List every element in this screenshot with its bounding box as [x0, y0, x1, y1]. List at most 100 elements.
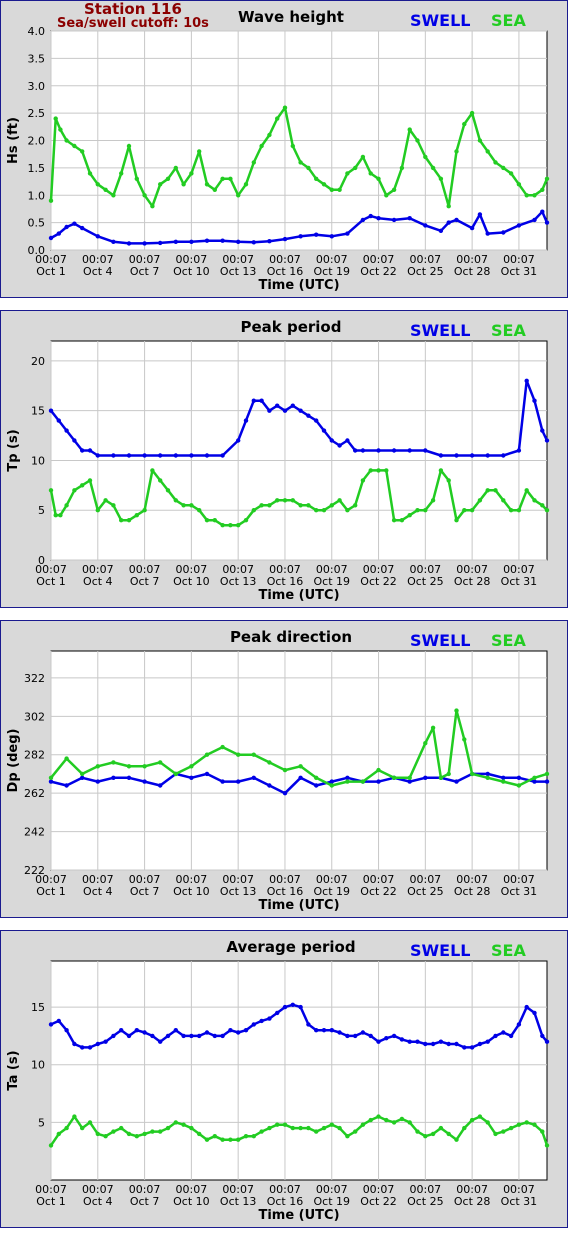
- x-tick-date: Oct 31: [501, 265, 538, 278]
- data-point-sea: [72, 488, 77, 493]
- data-point-sea: [532, 193, 537, 198]
- x-tick-date: Oct 19: [313, 575, 350, 588]
- data-point-sea: [306, 165, 311, 171]
- wave-height-panel: Station 116 Sea/swell cutoff: 10s Wave h…: [0, 0, 568, 298]
- data-point-sea: [197, 149, 202, 154]
- y-tick-label: 5: [38, 1116, 45, 1129]
- data-point-swell: [469, 453, 475, 458]
- data-point-sea: [48, 775, 54, 780]
- data-point-sea: [423, 741, 428, 746]
- data-point-sea: [360, 779, 366, 784]
- data-point-swell: [462, 1045, 467, 1050]
- data-point-swell: [64, 224, 69, 230]
- data-point-sea: [251, 508, 256, 513]
- data-point-swell: [314, 418, 319, 423]
- data-point-sea: [103, 1134, 108, 1139]
- data-point-sea: [126, 143, 132, 149]
- data-point-swell: [423, 223, 428, 228]
- data-point-sea: [485, 1120, 490, 1125]
- data-point-swell: [329, 234, 334, 239]
- data-point-swell: [251, 398, 256, 403]
- data-point-swell: [360, 448, 366, 453]
- data-point-swell: [267, 408, 272, 413]
- x-tick-date: Oct 10: [173, 1195, 210, 1208]
- data-point-swell: [329, 1028, 334, 1033]
- data-point-swell: [290, 1002, 295, 1007]
- data-point-swell: [80, 448, 85, 453]
- data-point-swell: [329, 779, 334, 784]
- data-point-sea: [259, 1129, 264, 1134]
- data-point-sea: [415, 1129, 420, 1134]
- y-tick-label: 262: [24, 787, 45, 800]
- data-point-sea: [540, 1129, 545, 1134]
- data-point-sea: [321, 182, 327, 187]
- data-point-swell: [376, 216, 381, 221]
- data-point-swell: [337, 443, 342, 448]
- data-point-sea: [337, 1125, 342, 1131]
- data-point-swell: [282, 236, 288, 242]
- data-point-swell: [485, 453, 490, 458]
- x-tick-date: Oct 25: [407, 265, 444, 278]
- data-point-sea: [228, 1137, 233, 1142]
- data-point-sea: [353, 503, 358, 508]
- data-point-swell: [469, 1045, 475, 1050]
- data-point-swell: [158, 783, 163, 788]
- data-point-sea: [501, 779, 506, 784]
- data-point-sea: [173, 498, 178, 503]
- data-point-sea: [508, 171, 514, 176]
- data-point-sea: [228, 176, 233, 181]
- data-point-swell: [80, 225, 85, 231]
- data-point-sea: [80, 483, 85, 488]
- data-point-sea: [220, 744, 225, 750]
- x-tick-date: Oct 1: [36, 1195, 66, 1208]
- data-point-sea: [64, 1125, 69, 1131]
- data-point-swell: [407, 779, 412, 784]
- data-point-swell: [345, 231, 350, 236]
- data-point-sea: [111, 760, 116, 765]
- data-point-sea: [469, 1117, 475, 1123]
- data-point-sea: [407, 1120, 412, 1125]
- data-point-sea: [165, 176, 171, 181]
- data-point-swell: [72, 1041, 77, 1047]
- y-tick-label: 222: [24, 864, 45, 877]
- data-point-swell: [438, 1039, 444, 1044]
- data-point-sea: [87, 1120, 93, 1125]
- data-point-sea: [48, 488, 54, 493]
- data-point-sea: [56, 1131, 61, 1137]
- y-tick-label: 5: [38, 504, 45, 517]
- data-point-sea: [532, 775, 537, 780]
- data-point-sea: [251, 752, 256, 757]
- data-point-sea: [251, 160, 256, 165]
- data-point-swell: [72, 438, 77, 443]
- x-tick-date: Oct 28: [454, 1195, 491, 1208]
- data-point-sea: [181, 503, 186, 508]
- data-point-swell: [142, 1030, 147, 1035]
- data-point-sea: [243, 182, 249, 187]
- data-point-swell: [173, 453, 178, 458]
- x-tick-date: Oct 7: [130, 575, 160, 588]
- data-point-swell: [80, 1045, 85, 1050]
- data-point-swell: [282, 791, 288, 796]
- data-point-swell: [454, 453, 459, 458]
- data-point-sea: [454, 708, 459, 713]
- data-point-sea: [321, 1125, 327, 1131]
- data-point-swell: [360, 1030, 366, 1035]
- data-point-sea: [95, 764, 101, 769]
- data-point-swell: [438, 228, 444, 233]
- data-point-sea: [508, 508, 514, 513]
- x-tick-date: Oct 16: [267, 265, 304, 278]
- data-point-sea: [321, 508, 327, 513]
- data-point-sea: [391, 518, 397, 523]
- y-tick-label: 1.5: [28, 162, 46, 175]
- data-point-swell: [501, 775, 506, 780]
- data-point-swell: [220, 238, 225, 243]
- x-tick-date: Oct 31: [501, 1195, 538, 1208]
- data-point-sea: [540, 187, 545, 192]
- data-point-sea: [95, 182, 101, 187]
- data-point-sea: [298, 503, 303, 508]
- data-point-sea: [236, 752, 241, 757]
- data-point-swell: [48, 408, 54, 413]
- data-point-swell: [360, 217, 366, 223]
- data-point-sea: [48, 198, 54, 203]
- data-point-swell: [87, 1045, 93, 1050]
